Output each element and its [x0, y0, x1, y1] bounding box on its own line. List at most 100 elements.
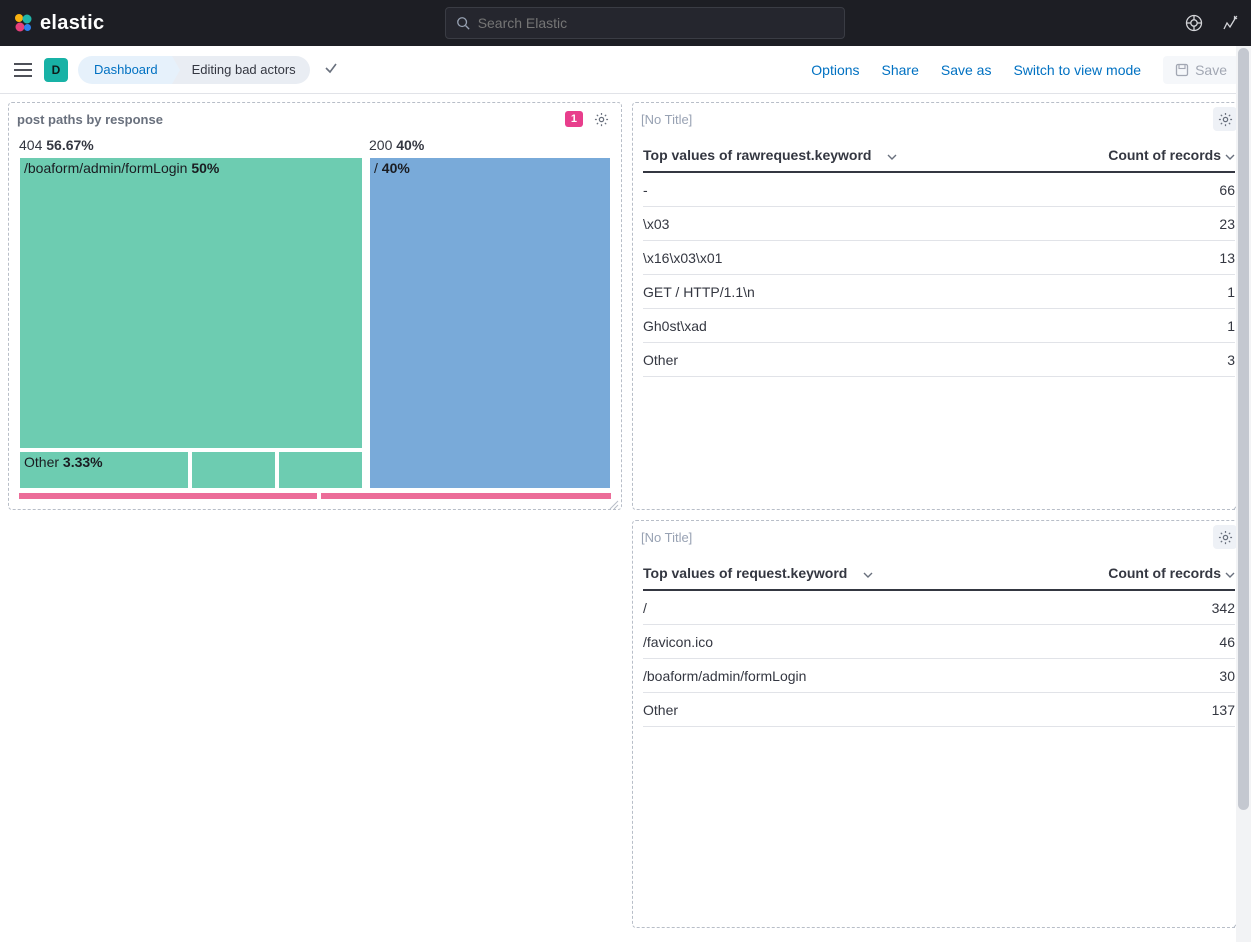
panel-header: post paths by response 1 — [9, 103, 621, 135]
cell-term: \x16\x03\x01 — [643, 250, 722, 266]
save-button-label: Save — [1195, 62, 1227, 78]
save-button: Save — [1163, 56, 1239, 84]
quick-save-icon[interactable] — [324, 61, 338, 78]
cell-term: Other — [643, 702, 678, 718]
table-row[interactable]: Other 3 — [643, 343, 1235, 377]
elastic-logo[interactable]: elastic — [12, 12, 104, 35]
table-row[interactable]: \x03 23 — [643, 207, 1235, 241]
cell-count: 137 — [1212, 702, 1235, 718]
cell-count: 66 — [1219, 182, 1235, 198]
table-row[interactable]: \x16\x03\x01 13 — [643, 241, 1235, 275]
scrollbar[interactable] — [1236, 46, 1251, 942]
nav-toggle-icon[interactable] — [12, 59, 34, 81]
search-input[interactable] — [478, 15, 834, 31]
table-row[interactable]: - 66 — [643, 173, 1235, 207]
treemap-cell-root[interactable]: / 40% — [369, 157, 611, 489]
space-avatar-letter: D — [52, 63, 61, 77]
table-row[interactable]: Gh0st\xad 1 — [643, 309, 1235, 343]
cell-count: 23 — [1219, 216, 1235, 232]
share-button[interactable]: Share — [882, 62, 919, 78]
panel-gear-icon[interactable] — [1213, 525, 1237, 549]
data-table: Top values of request.keyword Count of r… — [633, 553, 1245, 927]
panel-rawrequest[interactable]: [No Title] Top values of rawrequest.keyw… — [632, 102, 1246, 510]
table-header-row: Top values of request.keyword Count of r… — [643, 559, 1235, 591]
cell-term: GET / HTTP/1.1\n — [643, 284, 755, 300]
column-header-count[interactable]: Count of records — [1108, 565, 1235, 581]
search-icon — [456, 16, 470, 30]
group-label-200: 200 40% — [369, 135, 611, 157]
cell-term: Other — [643, 352, 678, 368]
treemap-cell-small-1[interactable] — [191, 451, 276, 489]
panel-title: [No Title] — [641, 530, 692, 545]
global-search[interactable] — [445, 7, 845, 39]
panel-header: [No Title] — [633, 103, 1245, 135]
scrollbar-thumb[interactable] — [1238, 48, 1249, 810]
chevron-down-icon — [1225, 565, 1235, 581]
elastic-logo-icon — [12, 12, 34, 34]
cell-count: 3 — [1227, 352, 1235, 368]
column-header-term-label: Top values of rawrequest.keyword — [643, 147, 871, 163]
treemap-cell-other[interactable]: Other 3.33% — [19, 451, 189, 489]
newsfeed-icon[interactable] — [1221, 14, 1239, 32]
group-label-404: 404 56.67% — [19, 135, 363, 157]
breadcrumb-current-label: Editing bad actors — [192, 62, 296, 77]
panel-request[interactable]: [No Title] Top values of request.keyword… — [632, 520, 1246, 928]
data-table: Top values of rawrequest.keyword Count o… — [633, 135, 1245, 509]
treemap-viz: 404 56.67% /boaform/admin/formLogin 50% … — [9, 135, 621, 509]
panel-header: [No Title] — [633, 521, 1245, 553]
cell-term: \x03 — [643, 216, 669, 232]
panel-post-paths[interactable]: post paths by response 1 404 56.67% /boa… — [8, 102, 622, 510]
switch-view-button[interactable]: Switch to view mode — [1013, 62, 1141, 78]
app-header: D Dashboard Editing bad actors Options S… — [0, 46, 1251, 94]
breadcrumb: Dashboard Editing bad actors — [78, 56, 310, 84]
cell-term: / — [643, 600, 647, 616]
table-header-row: Top values of rawrequest.keyword Count o… — [643, 141, 1235, 173]
cell-term: Gh0st\xad — [643, 318, 707, 334]
panel-title: [No Title] — [641, 112, 692, 127]
cell-count: 46 — [1219, 634, 1235, 650]
treemap-cell-boaform[interactable]: /boaform/admin/formLogin 50% — [19, 157, 363, 449]
breadcrumb-dashboard-label: Dashboard — [94, 62, 158, 77]
filter-badge[interactable]: 1 — [565, 111, 583, 127]
brand-text: elastic — [40, 12, 104, 35]
cell-count: 30 — [1219, 668, 1235, 684]
panel-gear-icon[interactable] — [589, 107, 613, 131]
column-header-count-label: Count of records — [1108, 147, 1221, 163]
filter-badge-count: 1 — [571, 113, 577, 125]
resize-handle-icon[interactable] — [609, 497, 619, 507]
chevron-down-icon — [1225, 147, 1235, 163]
chevron-down-icon — [863, 565, 873, 581]
cell-count: 1 — [1227, 318, 1235, 334]
breadcrumb-current: Editing bad actors — [172, 56, 310, 84]
cell-count: 342 — [1212, 600, 1235, 616]
panel-gear-icon[interactable] — [1213, 107, 1237, 131]
options-button[interactable]: Options — [811, 62, 859, 78]
table-row[interactable]: / 342 — [643, 591, 1235, 625]
help-icon[interactable] — [1185, 14, 1203, 32]
treemap-group-200: 200 40% / 40% — [369, 135, 611, 489]
cell-count: 13 — [1219, 250, 1235, 266]
save-as-button[interactable]: Save as — [941, 62, 992, 78]
column-header-term[interactable]: Top values of request.keyword — [643, 565, 873, 581]
cell-term: /boaform/admin/formLogin — [643, 668, 806, 684]
cell-term: /favicon.ico — [643, 634, 713, 650]
chevron-down-icon — [887, 147, 897, 163]
treemap-other-bar — [19, 493, 611, 499]
table-row[interactable]: GET / HTTP/1.1\n 1 — [643, 275, 1235, 309]
dashboard-grid: post paths by response 1 404 56.67% /boa… — [0, 94, 1251, 942]
cell-count: 1 — [1227, 284, 1235, 300]
panel-title: post paths by response — [17, 112, 163, 127]
treemap-cell-small-2[interactable] — [278, 451, 363, 489]
table-row[interactable]: /boaform/admin/formLogin 30 — [643, 659, 1235, 693]
table-row[interactable]: /favicon.ico 46 — [643, 625, 1235, 659]
global-header: elastic — [0, 0, 1251, 46]
column-header-count[interactable]: Count of records — [1108, 147, 1235, 163]
column-header-term[interactable]: Top values of rawrequest.keyword — [643, 147, 897, 163]
table-row[interactable]: Other 137 — [643, 693, 1235, 727]
space-avatar[interactable]: D — [44, 58, 68, 82]
save-icon — [1175, 63, 1189, 77]
treemap-group-404: 404 56.67% /boaform/admin/formLogin 50% … — [19, 135, 363, 489]
column-header-term-label: Top values of request.keyword — [643, 565, 847, 581]
breadcrumb-dashboard[interactable]: Dashboard — [78, 56, 172, 84]
cell-term: - — [643, 182, 648, 198]
